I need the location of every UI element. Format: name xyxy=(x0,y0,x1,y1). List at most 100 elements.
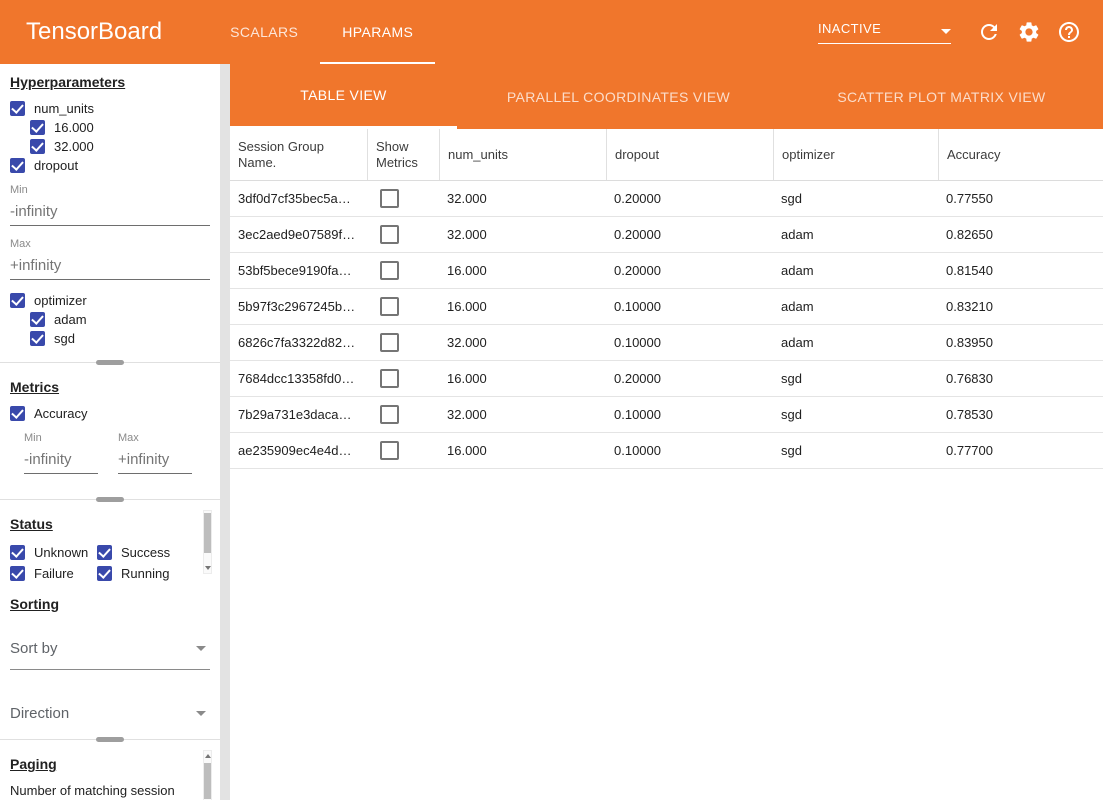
value-32-label: 32.000 xyxy=(54,139,94,154)
refresh-button[interactable] xyxy=(977,20,1001,44)
sort-by-select[interactable]: Sort by xyxy=(10,640,210,670)
status-success-checkbox[interactable] xyxy=(97,545,112,560)
chevron-down-icon xyxy=(941,29,951,34)
show-metrics-checkbox[interactable] xyxy=(380,297,399,316)
value-adam-label: adam xyxy=(54,312,87,327)
value-16-checkbox[interactable] xyxy=(30,120,45,135)
metric-min-label: Min xyxy=(24,432,98,444)
table-row: ae235909ec4e4d… 16.000 0.10000 sgd 0.777… xyxy=(230,433,1103,469)
status-unknown-checkbox[interactable] xyxy=(10,545,25,560)
show-metrics-cell xyxy=(367,225,439,244)
accuracy-checkbox[interactable] xyxy=(10,406,25,421)
metric-row-accuracy: Accuracy xyxy=(10,405,210,422)
app-header: TensorBoard SCALARS HPARAMS INACTIVE xyxy=(0,0,1103,64)
value-32-checkbox[interactable] xyxy=(30,139,45,154)
col-optimizer: optimizer xyxy=(773,129,938,180)
show-metrics-checkbox[interactable] xyxy=(380,225,399,244)
dropout-value: 0.10000 xyxy=(606,335,773,350)
session-group-name: 53bf5bece9190fa… xyxy=(230,263,367,278)
value-sgd-checkbox[interactable] xyxy=(30,331,45,346)
optimizer-value: adam xyxy=(773,263,938,278)
show-metrics-checkbox[interactable] xyxy=(380,441,399,460)
num-units-label: num_units xyxy=(34,101,94,116)
paging-scrollbar[interactable] xyxy=(203,750,212,800)
section-divider xyxy=(0,357,220,369)
session-group-name: 7684dcc13358fd0… xyxy=(230,371,367,386)
status-failure-checkbox[interactable] xyxy=(10,566,25,581)
num-units-value: 32.000 xyxy=(439,227,606,242)
hparams-main-pane: TABLE VIEW PARALLEL COORDINATES VIEW SCA… xyxy=(230,64,1103,800)
show-metrics-checkbox[interactable] xyxy=(380,405,399,424)
show-metrics-cell xyxy=(367,189,439,208)
show-metrics-checkbox[interactable] xyxy=(380,189,399,208)
dropout-value: 0.10000 xyxy=(606,299,773,314)
value-adam-checkbox[interactable] xyxy=(30,312,45,327)
tab-hparams[interactable]: HPARAMS xyxy=(320,0,435,64)
dropout-min-input[interactable] xyxy=(10,203,210,226)
tab-scalars[interactable]: SCALARS xyxy=(208,0,320,64)
table-row: 3ec2aed9e07589f… 32.000 0.20000 adam 0.8… xyxy=(230,217,1103,253)
settings-button[interactable] xyxy=(1017,20,1041,44)
table-header: Session Group Name. Show Metrics num_uni… xyxy=(230,129,1103,181)
section-resize-handle[interactable] xyxy=(96,497,124,502)
accuracy-value: 0.82650 xyxy=(938,227,1103,242)
show-metrics-cell xyxy=(367,297,439,316)
tab-scatter-plot-matrix-view[interactable]: SCATTER PLOT MATRIX VIEW xyxy=(780,64,1103,129)
accuracy-value: 0.78530 xyxy=(938,407,1103,422)
scroll-up-button[interactable] xyxy=(204,751,211,761)
metric-max-input[interactable] xyxy=(118,451,192,474)
dropout-checkbox[interactable] xyxy=(10,158,25,173)
tab-parallel-coordinates-view[interactable]: PARALLEL COORDINATES VIEW xyxy=(457,64,780,129)
optimizer-value: adam xyxy=(773,299,938,314)
optimizer-value: sgd xyxy=(773,443,938,458)
col-accuracy: Accuracy xyxy=(938,129,1103,180)
optimizer-value: sgd xyxy=(773,407,938,422)
status-scrollbar[interactable] xyxy=(203,510,212,574)
show-metrics-cell xyxy=(367,333,439,352)
metric-max-field: Max xyxy=(118,432,192,474)
metrics-heading: Metrics xyxy=(10,379,210,395)
direction-select[interactable]: Direction xyxy=(10,705,210,734)
metric-min-field: Min xyxy=(24,432,98,474)
hparam-value-row: sgd xyxy=(30,330,210,347)
show-metrics-checkbox[interactable] xyxy=(380,261,399,280)
session-group-name: 6826c7fa3322d82… xyxy=(230,335,367,350)
chevron-down-icon xyxy=(196,646,206,651)
show-metrics-checkbox[interactable] xyxy=(380,369,399,388)
status-running-row: Running xyxy=(97,565,188,582)
section-resize-handle[interactable] xyxy=(96,360,124,365)
dropout-max-input[interactable] xyxy=(10,257,210,280)
dashboard-tabs: SCALARS HPARAMS xyxy=(208,0,435,64)
num-units-value: 32.000 xyxy=(439,191,606,206)
section-resize-handle[interactable] xyxy=(96,737,124,742)
dropout-value: 0.20000 xyxy=(606,263,773,278)
tab-table-view[interactable]: TABLE VIEW xyxy=(230,64,457,129)
show-metrics-cell xyxy=(367,441,439,460)
paging-heading: Paging xyxy=(10,756,210,772)
scrollbar-thumb[interactable] xyxy=(204,763,211,799)
show-metrics-checkbox[interactable] xyxy=(380,333,399,352)
reload-mode-select[interactable]: INACTIVE xyxy=(818,21,951,44)
metric-min-input[interactable] xyxy=(24,451,98,474)
num-units-value: 32.000 xyxy=(439,407,606,422)
accuracy-value: 0.77550 xyxy=(938,191,1103,206)
dropout-value: 0.20000 xyxy=(606,371,773,386)
optimizer-checkbox[interactable] xyxy=(10,293,25,308)
scrollbar-thumb[interactable] xyxy=(204,513,211,553)
table-row: 3df0d7cf35bec5a… 32.000 0.20000 sgd 0.77… xyxy=(230,181,1103,217)
matching-groups-text: Number of matching session groups: 8 xyxy=(10,782,190,800)
num-units-checkbox[interactable] xyxy=(10,101,25,116)
accuracy-value: 0.83950 xyxy=(938,335,1103,350)
status-heading: Status xyxy=(10,516,210,532)
dropout-value: 0.20000 xyxy=(606,191,773,206)
show-metrics-cell xyxy=(367,369,439,388)
accuracy-value: 0.83210 xyxy=(938,299,1103,314)
metric-min-max: Min Max xyxy=(10,432,210,474)
hyperparameters-section: Hyperparameters num_units 16.000 32.000 … xyxy=(0,64,220,357)
status-failure-label: Failure xyxy=(34,566,74,581)
hparam-value-row: adam xyxy=(30,311,210,328)
num-units-value: 16.000 xyxy=(439,371,606,386)
help-button[interactable] xyxy=(1057,20,1081,44)
status-running-checkbox[interactable] xyxy=(97,566,112,581)
scroll-down-button[interactable] xyxy=(204,563,211,573)
